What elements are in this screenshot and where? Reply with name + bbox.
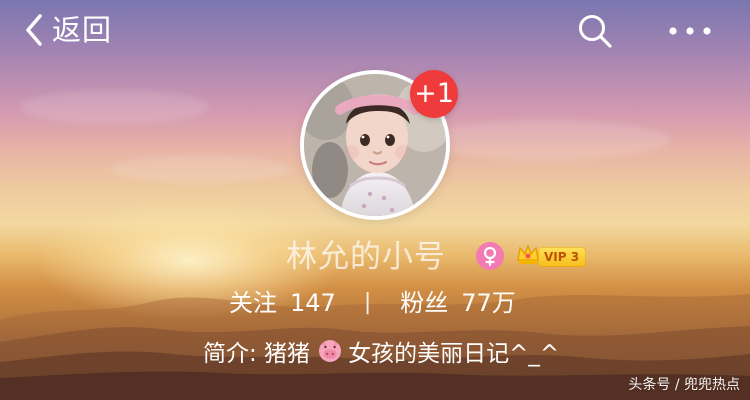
profile-screen: 返回 +1 林允的小号 VIP 3 关注 147 | 粉丝 77万 简介: 猪猪… [0, 0, 750, 400]
gender-symbol [483, 246, 497, 267]
followers-stat[interactable]: 粉丝 77万 [400, 291, 516, 315]
cloud-3 [110, 155, 290, 183]
cloud-1 [20, 90, 210, 124]
search-icon [579, 15, 612, 48]
vip-badge[interactable]: VIP 3 [538, 247, 587, 267]
username: 林允的小号 [286, 239, 446, 275]
stats-divider: | [363, 290, 372, 315]
more-icon [669, 27, 711, 35]
stats-row: 关注 147 | 粉丝 77万 [229, 286, 516, 320]
bio-suffix: 女孩的美丽日记^_^ [348, 341, 560, 367]
followers-value: 77万 [461, 289, 516, 317]
cloud-2 [420, 120, 670, 160]
more-button[interactable] [664, 14, 716, 48]
following-stat[interactable]: 关注 147 [229, 291, 336, 315]
followers-label: 粉丝 [400, 289, 449, 317]
female-icon [476, 242, 504, 270]
back-button[interactable]: 返回 [20, 8, 112, 52]
bio-row: 简介: 猪猪 女孩的美丽日记^_^ [203, 334, 559, 368]
profile-name-row: 林允的小号 VIP 3 [0, 238, 750, 276]
following-value: 147 [290, 289, 336, 317]
following-label: 关注 [229, 289, 277, 317]
pig-face-icon [319, 340, 342, 362]
bio-prefix: 简介: 猪猪 [203, 341, 311, 367]
top-navigation-bar: 返回 [0, 0, 750, 62]
search-button[interactable] [574, 10, 616, 52]
chevron-left-icon [26, 14, 42, 46]
watermark: 头条号 / 兜兜热点 [628, 377, 740, 393]
notification-badge[interactable]: +1 [410, 70, 458, 118]
back-label: 返回 [52, 12, 113, 47]
